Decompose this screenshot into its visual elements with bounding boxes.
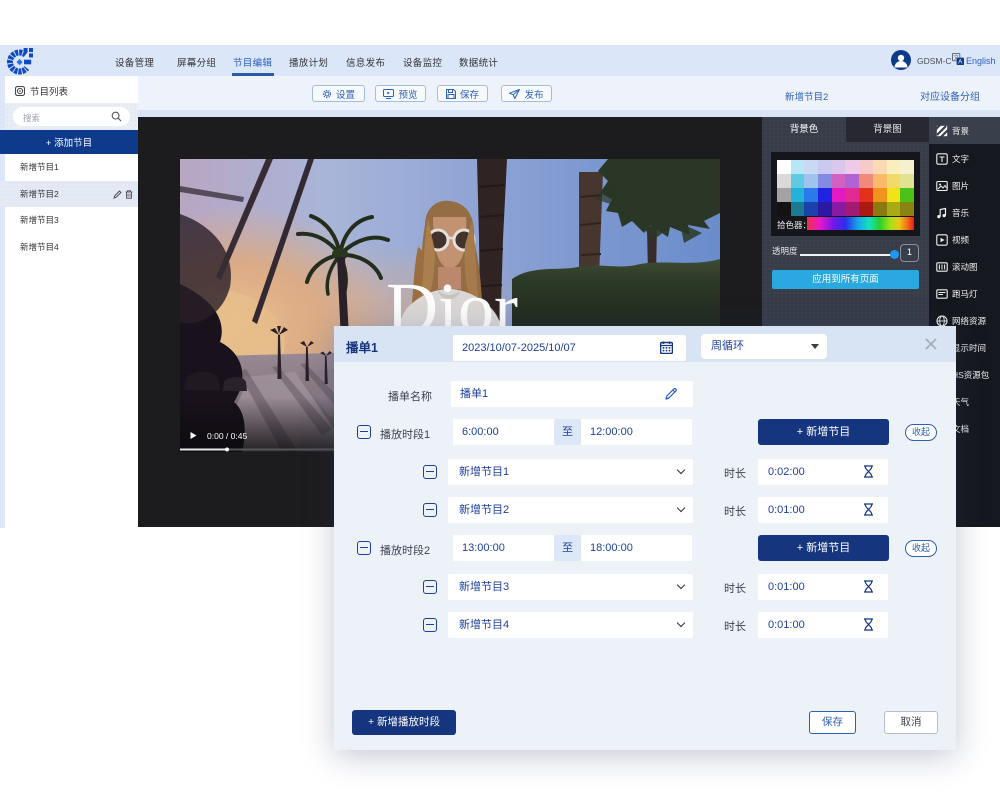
svg-text:A: A [958, 60, 962, 65]
svg-text:0:00 / 0:45: 0:00 / 0:45 [207, 431, 247, 441]
